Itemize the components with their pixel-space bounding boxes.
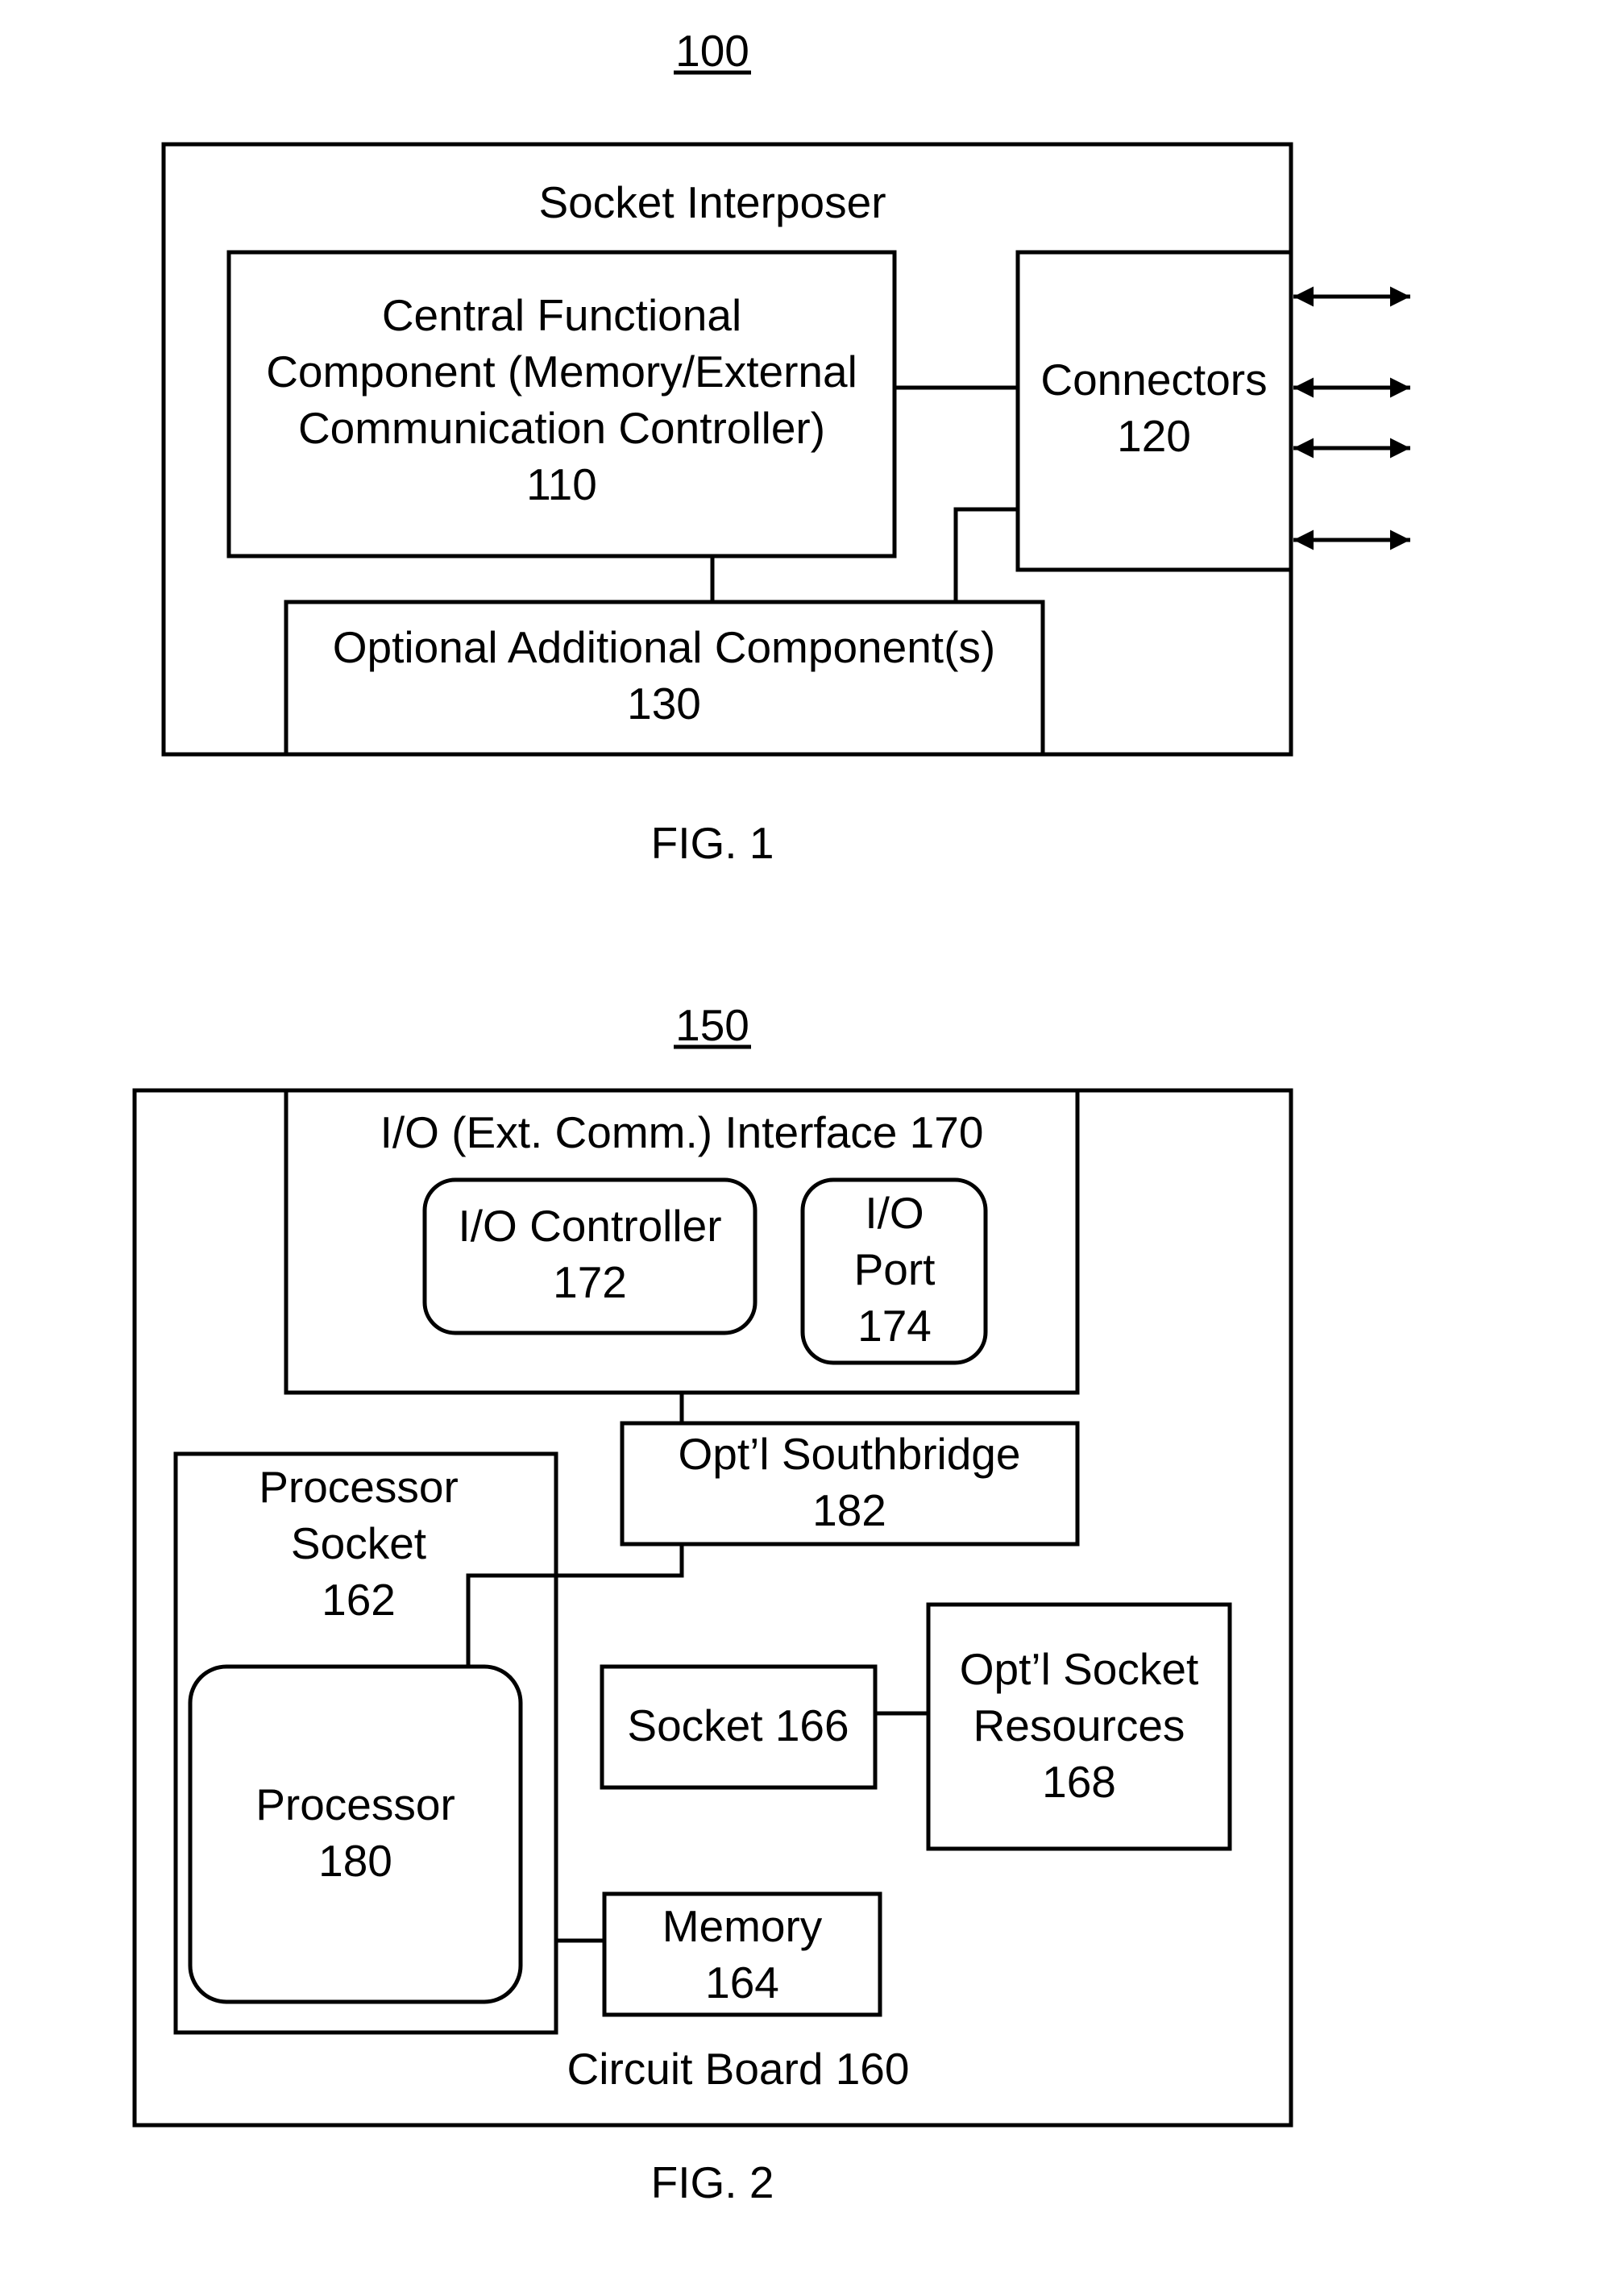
socket-resources-label2: Resources xyxy=(973,1700,1185,1750)
processor-box xyxy=(188,1664,523,2004)
socket-resources-ref: 168 xyxy=(1042,1757,1116,1807)
memory-ref: 164 xyxy=(705,1958,779,2007)
processor-socket-label2: Socket xyxy=(291,1518,426,1568)
processor-socket-ref: 162 xyxy=(322,1575,396,1625)
socket-resources-label1: Opt’l Socket xyxy=(960,1644,1199,1694)
central-label-line3: Communication Controller) xyxy=(298,403,825,453)
optional-ref: 130 xyxy=(627,679,701,729)
figure-1: 100 Socket Interposer Central Functional… xyxy=(161,26,1410,868)
central-label-line2: Component (Memory/External xyxy=(266,347,857,397)
circuit-board-label: Circuit Board 160 xyxy=(567,2044,910,2094)
southbridge-ref: 182 xyxy=(812,1485,886,1535)
memory-label: Memory xyxy=(662,1901,823,1951)
connectors-ref: 120 xyxy=(1117,411,1191,461)
figure-2: 150 Circuit Board 160 I/O (Ext. Comm.) I… xyxy=(132,1000,1293,2207)
central-label-line1: Central Functional xyxy=(382,290,741,340)
io-port-ref: 174 xyxy=(857,1301,932,1351)
link-182-180 xyxy=(466,1544,684,1667)
central-label-ref: 110 xyxy=(526,459,597,509)
patent-figures: 100 Socket Interposer Central Functional… xyxy=(132,26,1410,2207)
io-port-label2: Port xyxy=(854,1244,936,1294)
io-controller-ref: 172 xyxy=(553,1257,627,1307)
optional-label: Optional Additional Component(s) xyxy=(333,622,995,672)
socket-interposer-label: Socket Interposer xyxy=(538,177,886,227)
socket-166-label: Socket 166 xyxy=(627,1700,849,1750)
io-port-label1: I/O xyxy=(865,1188,924,1238)
fig1-ref-number: 100 xyxy=(675,26,749,76)
processor-ref: 180 xyxy=(318,1836,392,1886)
link-130-120 xyxy=(953,507,1018,602)
io-interface-label: I/O (Ext. Comm.) Interface 170 xyxy=(380,1107,984,1157)
fig2-caption: FIG. 2 xyxy=(651,2157,774,2207)
io-controller-label: I/O Controller xyxy=(458,1201,721,1251)
fig1-caption: FIG. 1 xyxy=(651,818,774,868)
processor-label: Processor xyxy=(255,1779,455,1829)
fig2-ref-number: 150 xyxy=(675,1000,749,1050)
processor-socket-label1: Processor xyxy=(259,1462,459,1512)
connectors-label: Connectors xyxy=(1040,355,1267,405)
southbridge-label: Opt’l Southbridge xyxy=(679,1429,1021,1479)
